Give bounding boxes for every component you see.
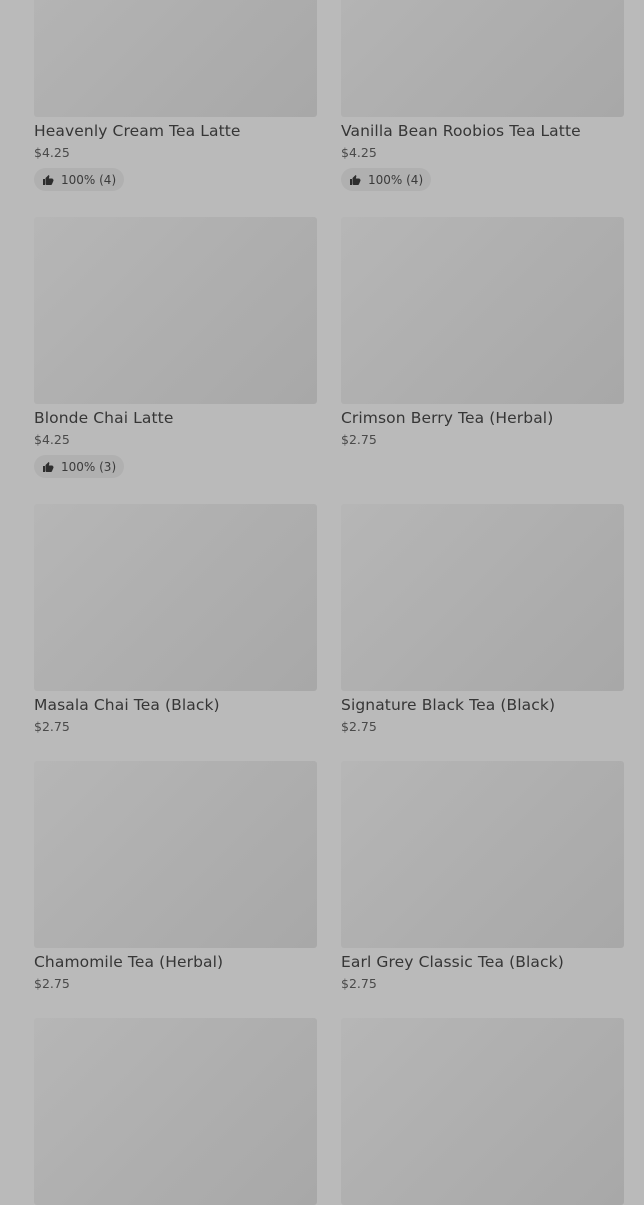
product-image[interactable] [341,504,624,691]
product-card[interactable]: Chamomile Tea (Herbal) $2.75 [34,761,317,991]
product-image[interactable] [34,217,317,404]
product-name[interactable]: Crimson Berry Tea (Herbal) [341,409,624,427]
product-price: $4.25 [341,145,377,160]
product-name[interactable]: Signature Black Tea (Black) [341,696,624,714]
product-image[interactable] [34,1018,317,1205]
product-card[interactable]: Blonde Chai Latte $4.25 100% (3) [34,217,317,478]
product-name[interactable]: Earl Grey Classic Tea (Black) [341,953,624,971]
product-card[interactable] [34,1018,317,1205]
product-card[interactable]: Vanilla Bean Roobios Tea Latte $4.25 100… [341,0,624,191]
product-image[interactable] [341,1018,624,1205]
thumbs-up-icon [350,174,361,185]
product-image[interactable] [34,761,317,948]
product-price: $2.75 [341,719,377,734]
product-price: $2.75 [34,976,70,991]
product-card[interactable] [341,1018,624,1205]
product-card[interactable]: Signature Black Tea (Black) $2.75 [341,504,624,734]
product-image[interactable] [341,761,624,948]
product-price: $4.25 [34,145,70,160]
thumbs-up-icon [43,174,54,185]
rating-badge: 100% (4) [341,168,432,191]
product-card[interactable]: Heavenly Cream Tea Latte $4.25 100% (4) [34,0,317,191]
product-name[interactable]: Heavenly Cream Tea Latte [34,122,317,140]
product-price: $2.75 [341,976,377,991]
product-image[interactable] [341,0,624,117]
product-image[interactable] [34,0,317,117]
rating-badge: 100% (4) [34,168,125,191]
product-name[interactable]: Chamomile Tea (Herbal) [34,953,317,971]
product-price: $2.75 [341,432,377,447]
product-card[interactable]: Masala Chai Tea (Black) $2.75 [34,504,317,734]
product-card[interactable]: Crimson Berry Tea (Herbal) $2.75 [341,217,624,478]
product-grid: Heavenly Cream Tea Latte $4.25 100% (4) … [34,0,624,1205]
rating-text: 100% (3) [61,459,117,474]
product-price: $4.25 [34,432,70,447]
product-name[interactable]: Masala Chai Tea (Black) [34,696,317,714]
product-name[interactable]: Vanilla Bean Roobios Tea Latte [341,122,624,140]
product-image[interactable] [34,504,317,691]
rating-text: 100% (4) [61,172,117,187]
product-name[interactable]: Blonde Chai Latte [34,409,317,427]
product-price: $2.75 [34,719,70,734]
product-card[interactable]: Earl Grey Classic Tea (Black) $2.75 [341,761,624,991]
rating-badge: 100% (3) [34,455,125,478]
thumbs-up-icon [43,461,54,472]
rating-text: 100% (4) [368,172,424,187]
product-image[interactable] [341,217,624,404]
